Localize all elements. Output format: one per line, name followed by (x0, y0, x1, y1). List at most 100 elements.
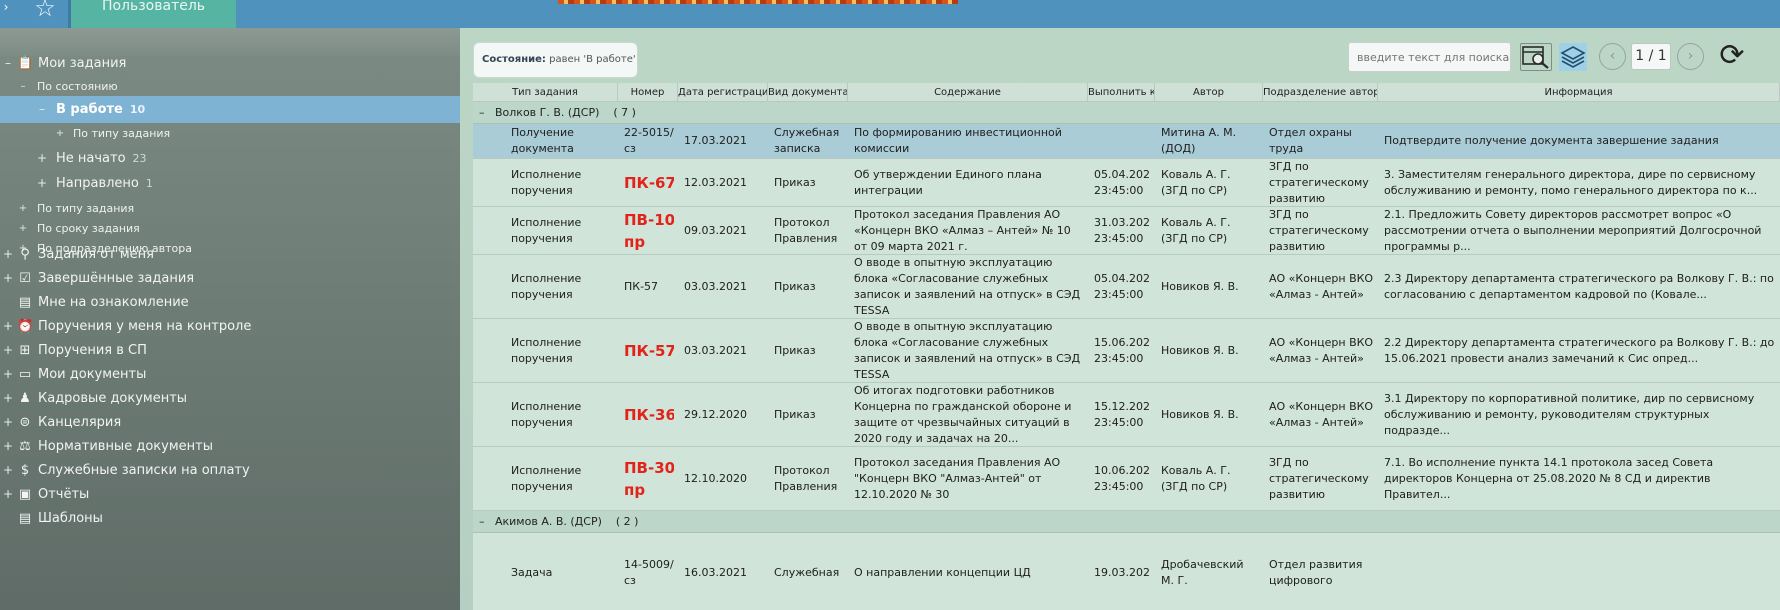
cell-text: Протокол Правления (774, 215, 838, 245)
sidebar-item[interactable]: + ⚖ Нормативные документы (0, 433, 460, 460)
table-row[interactable]: Исполнение поручения ПВ-10/пр 09.03.2021 Пр… (473, 207, 1780, 255)
sidebar-item-label: Канцелярия (38, 415, 122, 430)
sidebar-item[interactable]: + ▣ Отчёты (0, 481, 460, 508)
collapse-icon[interactable]: – (37, 96, 47, 123)
column-header[interactable]: Подразделение автора (1263, 83, 1378, 102)
cell-text: 10.06.2021 23:45:00 (1094, 463, 1151, 493)
column-header[interactable]: Вид документа (768, 83, 848, 102)
sidebar-subitem-by-state[interactable]: – По состоянию (0, 77, 460, 97)
table-row[interactable]: Исполнение поручения ПВ-30/пр 12.10.2020 Пр… (473, 447, 1780, 511)
expand-icon[interactable]: + (3, 265, 13, 292)
tasks-table: Тип задания Номер Дата регистрации Вид доку… (473, 83, 1780, 610)
group-row[interactable]: – Акимов А. В. (ДСР) ( 2 ) (473, 511, 1780, 533)
cell-text: О направлении концепции ЦД (854, 565, 1031, 579)
column-header[interactable]: Автор (1155, 83, 1263, 102)
sidebar-subitem-by-task-type[interactable]: + По типу задания (0, 199, 460, 219)
cell-text: 3. Заместителям генерального директора, … (1384, 167, 1758, 197)
search-button[interactable] (1520, 43, 1552, 71)
cell-text: Приказ (774, 407, 816, 421)
table-header: Тип задания Номер Дата регистрации Вид доку… (473, 83, 1780, 102)
cell-text: 03.03.2021 (684, 279, 747, 293)
sidebar-item-not-started[interactable]: + Не начато 23 (0, 145, 460, 172)
cell-text: 09.03.2021 (684, 223, 747, 237)
cell-text: ПВ-30/пр (624, 458, 674, 499)
table-row[interactable]: Исполнение поручения ПК-57 03.03.2021 Прика… (473, 319, 1780, 383)
sidebar-item-label: Мои задания (38, 56, 127, 71)
expand-icon[interactable]: + (3, 241, 13, 268)
cell-text: Служебная записка (774, 126, 840, 155)
expand-icon[interactable]: + (55, 124, 65, 144)
cell-author: Коваль А. Г. (ЗГД по СР) (1161, 159, 1259, 206)
cell-author: Коваль А. Г. (ЗГД по СР) (1161, 447, 1259, 510)
cell-text: 3.1 Директору по корпоративной политике,… (1384, 391, 1755, 437)
group-row[interactable]: – Волков Г. В. (ДСР) ( 7 ) (473, 102, 1780, 124)
cell-author: Новиков Я. В. (1161, 383, 1259, 446)
expand-icon[interactable]: + (3, 409, 13, 436)
table-row[interactable]: Исполнение поручения ПК-67 12.03.2021 Прика… (473, 159, 1780, 207)
expand-icon[interactable]: + (3, 313, 13, 340)
column-header[interactable]: Содержание (848, 83, 1088, 102)
sidebar-subitem-by-task-type-inner[interactable]: + По типу задания (0, 124, 460, 144)
sidebar-subitem-by-deadline[interactable]: + По сроку задания (0, 219, 460, 239)
previous-page-button[interactable]: ‹ (1599, 43, 1626, 70)
expand-icon[interactable]: + (3, 337, 13, 364)
collapse-icon[interactable]: – (3, 50, 13, 77)
next-page-button[interactable]: › (1677, 43, 1704, 70)
sidebar-item-label: Кадровые документы (38, 391, 188, 406)
column-header[interactable]: Выполнить к (1088, 83, 1155, 102)
expand-icon[interactable]: + (18, 199, 28, 219)
sidebar-item[interactable]: + $ Служебные записки на оплату (0, 457, 460, 484)
table-row[interactable]: Исполнение поручения ПК-360 29.12.2020 Прик… (473, 383, 1780, 447)
refresh-button[interactable]: ⟳ (1714, 38, 1750, 74)
star-icon[interactable]: ☆ (22, 0, 68, 22)
expand-icon[interactable]: + (3, 481, 13, 508)
filter-chip[interactable]: Состояние: равен 'В работе' (473, 42, 638, 78)
sidebar-item[interactable]: ▤ Мне на ознакомление (0, 289, 460, 316)
expand-icon[interactable]: + (37, 145, 47, 172)
sidebar-item-my-tasks[interactable]: – 📋 Мои задания (0, 50, 460, 77)
expand-icon[interactable]: + (3, 385, 13, 412)
cell-text: 22-5015/сз (624, 126, 674, 155)
column-header[interactable]: Тип задания (473, 83, 618, 102)
search-input[interactable] (1348, 42, 1511, 72)
table-row[interactable]: Задача 14-5009/сз 16.03.2021 Служебная О нап… (473, 533, 1780, 610)
cell-text: ПВ-10/пр (624, 210, 674, 251)
count-badge: 23 (132, 152, 147, 165)
sidebar-item-in-work[interactable]: – В работе 10 (0, 96, 460, 123)
sidebar-item[interactable]: ▤ Шаблоны (0, 505, 460, 532)
sidebar-item-sent[interactable]: + Направлено 1 (0, 170, 460, 197)
cell-author: Новиков Я. В. (1161, 319, 1259, 382)
sidebar-item[interactable]: + ☑ Завершённые задания (0, 265, 460, 292)
sidebar-item[interactable]: + ⏰ Поручения у меня на контроле (0, 313, 460, 340)
column-header[interactable]: Информация (1378, 83, 1780, 102)
cell-doc-kind: Приказ (774, 159, 844, 206)
expand-icon[interactable]: + (3, 433, 13, 460)
table-row[interactable]: Исполнение поручения ПК-57 03.03.2021 Прика… (473, 255, 1780, 319)
chevron-right-icon[interactable]: › (0, 0, 12, 22)
collapse-icon[interactable]: – (18, 77, 28, 97)
cell-author: Митина А. М. (ДОД) (1161, 124, 1259, 158)
sidebar-item[interactable]: + ⊜ Канцелярия (0, 409, 460, 436)
expand-icon[interactable]: + (37, 170, 47, 197)
cell-type: Исполнение поручения (511, 383, 614, 446)
layers-icon (1560, 46, 1586, 68)
sidebar-item[interactable]: + ⊞ Поручения в СП (0, 337, 460, 364)
expand-icon[interactable]: + (18, 219, 28, 239)
cell-text: 15.12.2021 23:45:00 (1094, 399, 1151, 429)
cell-number: 22-5015/сз (624, 124, 674, 158)
scales-icon: ⚖ (19, 439, 31, 454)
cell-text: 29.12.2020 (684, 407, 747, 421)
column-header[interactable]: Номер (618, 83, 678, 102)
column-header[interactable]: Дата регистрации (678, 83, 768, 102)
expand-icon[interactable]: + (3, 361, 13, 388)
expand-icon[interactable]: + (3, 457, 13, 484)
sidebar-item[interactable]: + ▭ Мои документы (0, 361, 460, 388)
cell-text: 12.03.2021 (684, 175, 747, 189)
table-row[interactable]: Получение документа 22-5015/сз 17.03.2021 С… (473, 124, 1780, 159)
sidebar-item[interactable]: + ⚲ Задания от меня (0, 241, 460, 268)
cell-info: 2.3 Директору департамента стратегическо… (1384, 255, 1776, 318)
tab-user[interactable]: Пользователь (71, 0, 236, 28)
layers-button[interactable] (1559, 43, 1587, 71)
cell-text: Дробачевский М. Г. (1161, 557, 1244, 587)
sidebar-item[interactable]: + ♟ Кадровые документы (0, 385, 460, 412)
